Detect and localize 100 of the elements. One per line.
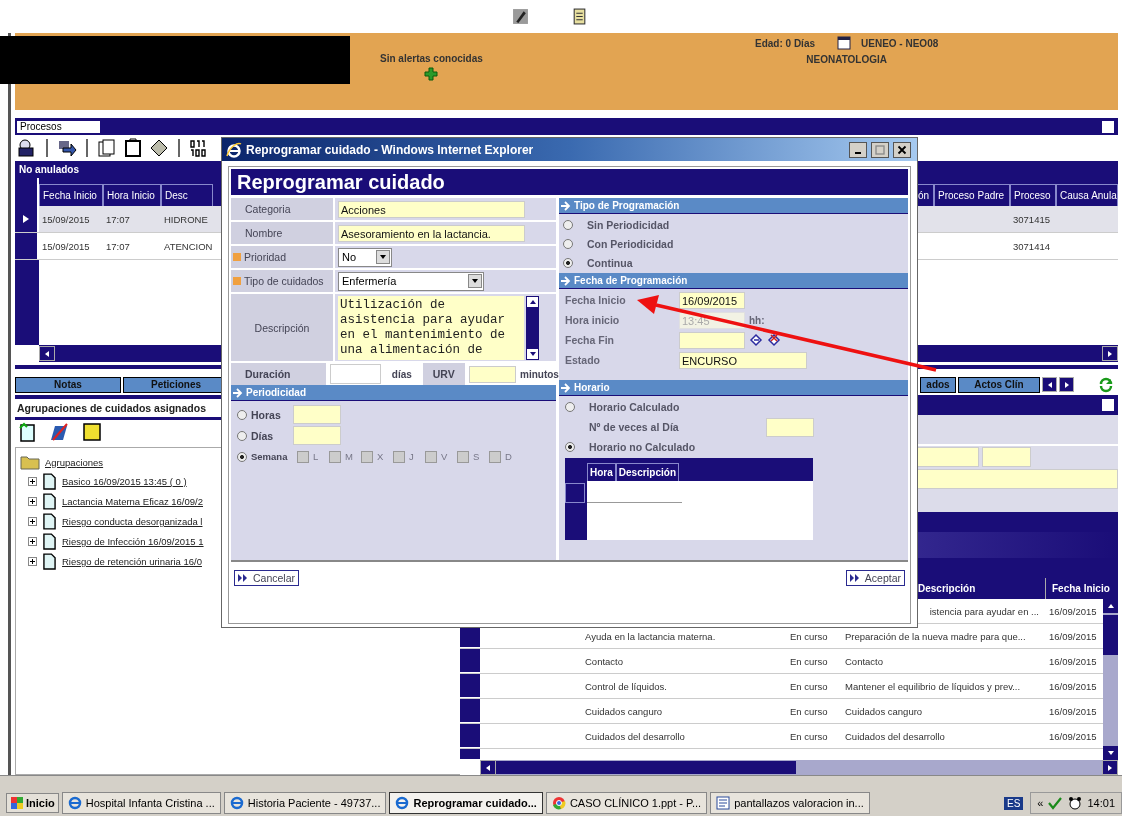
processes-tab[interactable]: Procesos	[17, 121, 100, 133]
tree-link[interactable]: Agrupaciones	[45, 456, 104, 468]
day-label: X	[377, 451, 385, 462]
section-title: Periodicidad	[246, 387, 306, 398]
field-label: Duración	[231, 363, 326, 385]
service-text: NEONATOLOGIA	[806, 54, 887, 65]
table-row[interactable]: Control de líquidos. En curso Mantener el equilibrio de líquidos y prev... 16/09/2015	[460, 674, 1103, 699]
taskbar-button[interactable]: CASO CLÍNICO 1.ppt - P...	[545, 792, 708, 814]
table-cell-text: 17:07	[105, 240, 131, 252]
input-field[interactable]: Acciones	[338, 200, 525, 218]
table-cell: 16/09/2015	[1049, 680, 1097, 692]
unit-label: días	[390, 368, 413, 380]
tree-link[interactable]: Basico 16/09/2015 13:45 ( 0 )	[62, 476, 187, 487]
section-title: Tipo de Programación	[574, 200, 680, 211]
day-label: L	[313, 451, 320, 462]
table-cell: 16/09/2015	[1049, 705, 1097, 717]
option-label: Horario no Calculado	[589, 441, 696, 453]
option-label: Horario Calculado	[589, 401, 680, 413]
day-label: S	[473, 451, 481, 462]
field-label: Categoria	[245, 203, 291, 215]
table-cell-text: 3071414	[1012, 240, 1051, 252]
field-label: Descripción	[254, 321, 310, 334]
alert-text: Sin alertas conocidas	[380, 53, 483, 64]
start-button[interactable]: Inicio	[6, 793, 59, 813]
table-row[interactable]: Cuidados canguro En curso Cuidados canguro 16/09/2015	[460, 699, 1103, 724]
description-field[interactable]: Utilización de asistencia para ayudar en el mantenimiento de una alimentación de	[338, 295, 524, 360]
option-label: Días	[251, 429, 275, 442]
option-label: Horas	[251, 408, 282, 421]
table-cell-text: 3071415	[1012, 213, 1051, 225]
option-label: Nº de veces al Día	[589, 421, 679, 433]
day-label: V	[441, 451, 449, 462]
dialog-button[interactable]: Cancelar	[234, 570, 300, 586]
day-label: D	[505, 451, 513, 462]
table-cell-text: 15/09/2015	[41, 240, 91, 252]
table-cell-text: 15/09/2015	[41, 213, 91, 225]
field-label: Nombre	[245, 227, 283, 239]
table-cell: Cuidados del desarrollo	[845, 730, 945, 742]
field-label: Hora inicio	[565, 314, 621, 326]
day-label: J	[409, 451, 415, 462]
table-cell: Ayuda en la lactancia materna.	[585, 630, 716, 642]
tree-link[interactable]: Riesgo de retención urinaria 16/0	[62, 556, 202, 567]
table-cell: 16/09/2015	[1049, 730, 1097, 742]
field-label: URV	[422, 363, 465, 385]
tree-link[interactable]: Lactancia Materna Eficaz 16/09/2	[62, 496, 203, 507]
language-indicator[interactable]: ES	[1004, 796, 1024, 810]
dropdown[interactable]: No	[338, 247, 392, 267]
option-label: Semana	[251, 451, 289, 462]
unit-text: UENEO - NEO08	[861, 37, 939, 49]
section-title: Horario	[574, 382, 610, 393]
table-cell: En curso	[790, 680, 828, 692]
table-cell-text: HIDRONE	[163, 213, 209, 225]
tree-link[interactable]: Riesgo de Infección 16/09/2015 1	[62, 536, 204, 547]
field-label: Estado	[565, 354, 601, 366]
table-cell: 16/09/2015	[1049, 605, 1097, 617]
table-cell: Control de líquidos.	[585, 680, 667, 692]
table-cell: istencia para ayudar en ...	[929, 605, 1039, 617]
day-label: M	[345, 451, 353, 462]
option-label: Con Periodicidad	[587, 237, 674, 250]
table-cell: En curso	[790, 705, 828, 717]
table-cell: En curso	[790, 655, 828, 667]
table-cell: En curso	[790, 630, 828, 642]
field-label: Fecha Fin	[565, 334, 615, 346]
tab[interactable]: ados	[920, 376, 956, 393]
taskbar-button[interactable]: Reprogramar cuidado...	[389, 792, 543, 814]
age-text: Edad: 0 Días	[755, 37, 816, 49]
taskbar-button[interactable]: Hospital Infanta Cristina ...	[61, 792, 221, 814]
table-cell: En curso	[790, 730, 828, 742]
clock: 14:01	[1087, 797, 1115, 809]
table-cell: 16/09/2015	[1049, 630, 1097, 642]
table-row[interactable]: Cuidados del desarrollo En curso Cuidados del desarrollo 16/09/2015	[460, 724, 1103, 749]
option-label: Continua	[587, 256, 633, 269]
dropdown[interactable]: Enfermería	[338, 271, 484, 291]
field-label: Fecha Inicio	[565, 294, 627, 306]
table-cell: Cuidados canguro	[845, 705, 923, 717]
tree-link[interactable]: Riesgo conducta desorganizada l	[62, 516, 203, 527]
expand-tray-button[interactable]: «	[1037, 797, 1044, 809]
input-field[interactable]: Asesoramiento en la lactancia.	[338, 224, 525, 242]
table-cell: Mantener el equilibrio de líquidos y prev...	[845, 680, 1021, 692]
option-label: Sin Periodicidad	[587, 218, 670, 231]
input-field[interactable]: 16/09/2015	[679, 291, 745, 309]
taskbar-button[interactable]: Historia Paciente - 49737...	[223, 792, 387, 814]
table-cell: Contacto	[845, 655, 884, 667]
table-cell: Preparación de la nueva madre para que...	[845, 630, 1026, 642]
tab[interactable]: Notas	[15, 376, 121, 393]
section-title: No anulados	[19, 164, 79, 175]
tab[interactable]: Actos Clín	[958, 376, 1040, 393]
input-field[interactable]: ENCURSO	[679, 351, 807, 369]
table-cell: Contacto	[585, 655, 624, 667]
field-label: Prioridad	[244, 251, 287, 263]
window-title: Reprogramar cuidado - Windows Internet Explorer	[246, 142, 534, 157]
table-row[interactable]: Contacto En curso Contacto 16/09/2015	[460, 649, 1103, 674]
dialog-button[interactable]: Aceptar	[845, 570, 905, 586]
dialog-heading: Reprogramar cuidado	[231, 169, 908, 195]
column-header[interactable]: Descripción	[918, 583, 976, 594]
table-cell: Cuidados del desarrollo	[585, 730, 685, 742]
table-cell: Cuidados canguro	[585, 705, 663, 717]
table-cell-text: 17:07	[105, 213, 131, 225]
taskbar-button[interactable]: pantallazos valoracion in...	[710, 792, 870, 814]
field-label: Tipo de cuidados	[244, 275, 324, 287]
section-title: Fecha de Programación	[574, 275, 688, 286]
